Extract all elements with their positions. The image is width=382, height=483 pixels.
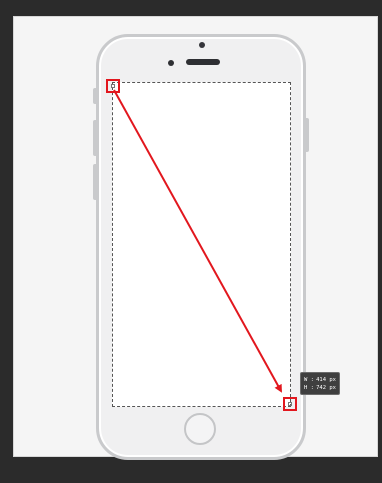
- tooltip-width-value: 414 px: [316, 377, 336, 383]
- start-handle-icon: [111, 84, 115, 88]
- diagonal-arrow-icon: [113, 89, 282, 393]
- size-tooltip: W : 414 px H : 742 px: [300, 372, 340, 395]
- selection-start-marker[interactable]: [106, 79, 120, 93]
- tooltip-width-row: W : 414 px: [304, 376, 336, 384]
- tooltip-width-label: W :: [304, 377, 314, 383]
- selection-end-marker[interactable]: [283, 397, 297, 411]
- drag-arrow-line: [113, 89, 282, 393]
- tooltip-height-value: 742 px: [316, 385, 336, 391]
- tooltip-height-row: H : 742 px: [304, 384, 336, 392]
- tooltip-height-label: H :: [304, 385, 314, 391]
- end-handle-icon: [288, 402, 292, 406]
